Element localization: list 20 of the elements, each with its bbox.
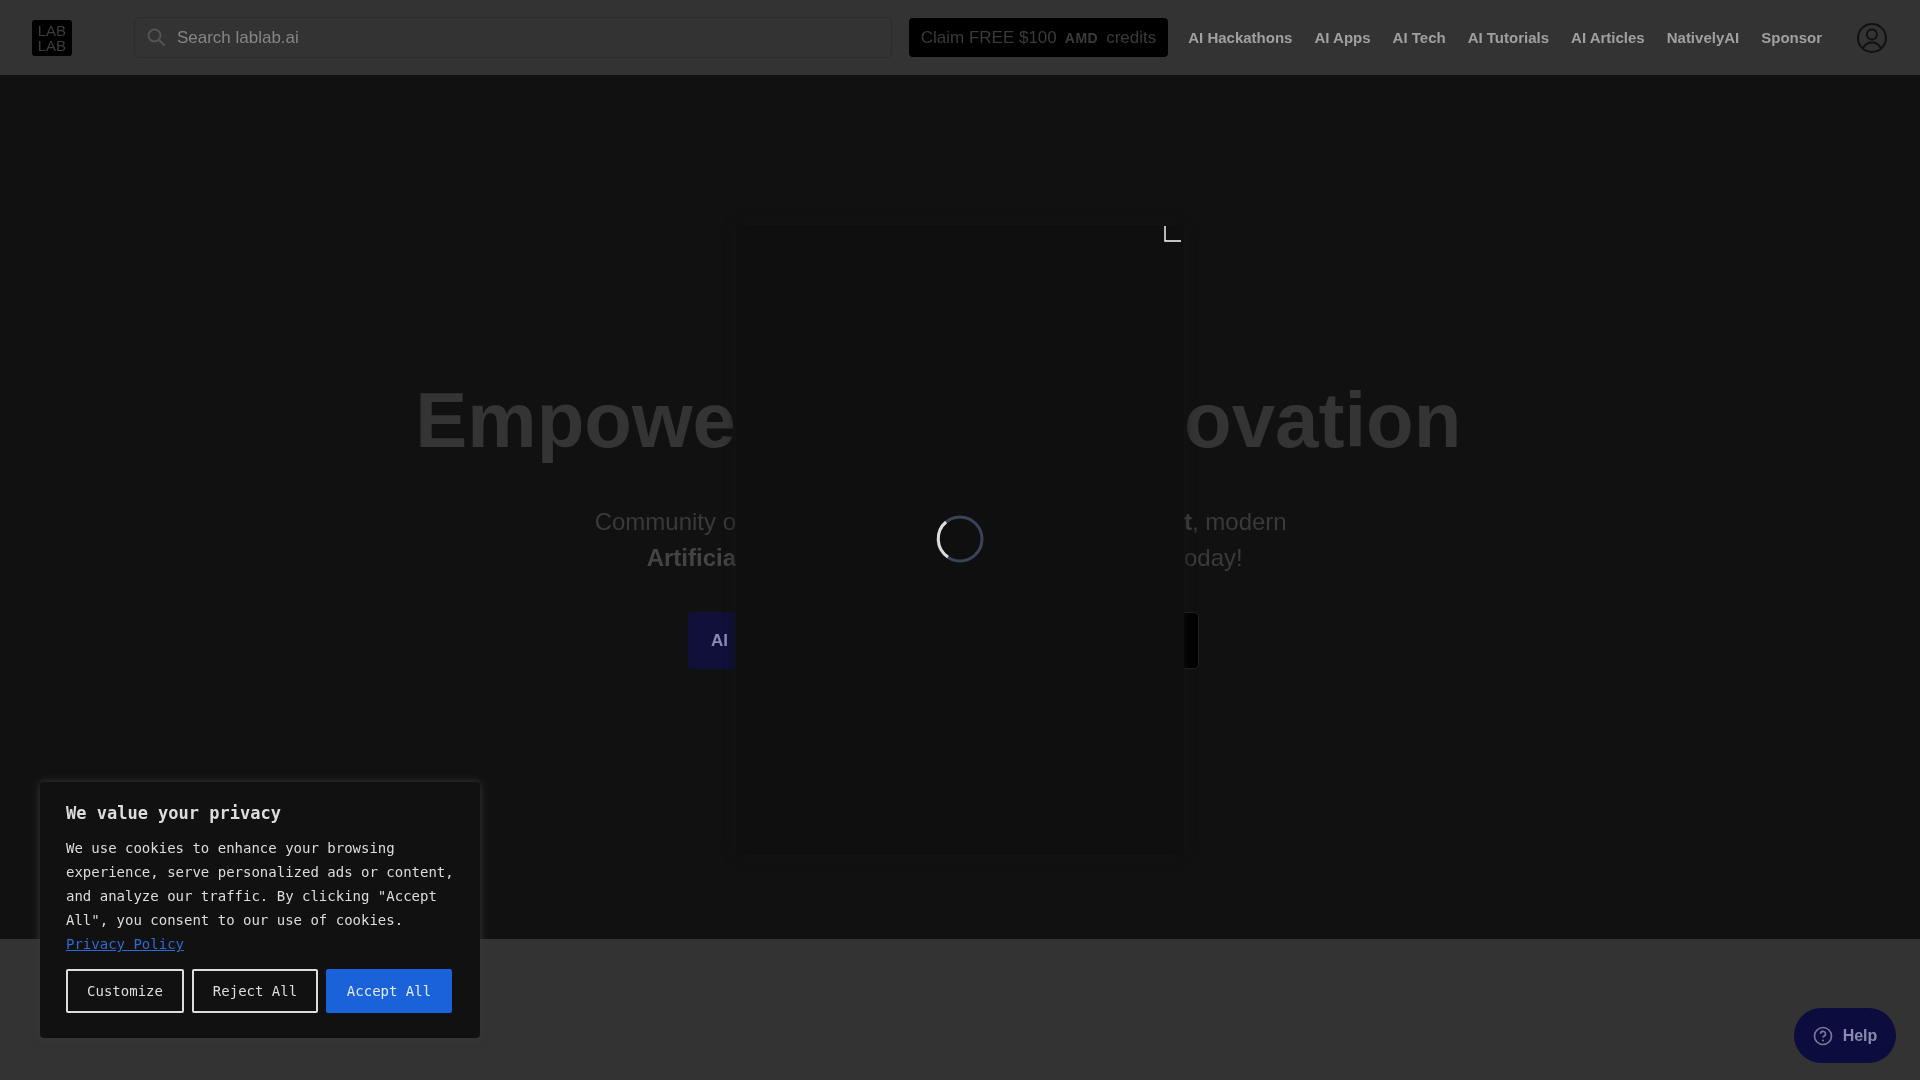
corner-icon	[1164, 225, 1182, 243]
nav-link[interactable]: Sponsor	[1761, 29, 1823, 46]
banner-text: We use cookies to enhance your browsing experience, serve personalized ads or content, and analyze our traffic. By clicking "Accept All", you consent to our use of cookies. Privacy Policy	[66, 839, 455, 954]
help-button[interactable]: Help	[1794, 1008, 1896, 1063]
nav-link[interactable]: AI Hackathons	[1188, 29, 1293, 46]
banner-title: We value your privacy	[66, 802, 282, 824]
nav-link[interactable]: AI Tutorials	[1467, 29, 1550, 46]
help-icon	[1812, 1025, 1833, 1046]
nav-link[interactable]: AI Tech	[1392, 29, 1446, 46]
nav-link[interactable]: AI Apps	[1314, 29, 1371, 46]
nav-link[interactable]: AI Articles	[1571, 29, 1645, 46]
hackathons-button[interactable]: AI	[688, 612, 736, 669]
cookie-button[interactable]: Accept All	[326, 969, 452, 1013]
privacy-link[interactable]: Privacy Policy	[66, 936, 184, 952]
cookie-button[interactable]: Reject All	[192, 969, 318, 1013]
nav-link[interactable]: NativelyAI	[1666, 29, 1740, 46]
cookie-button[interactable]: Customize	[66, 969, 184, 1013]
search-field[interactable]: Search lablab.ai	[133, 17, 892, 58]
search-icon	[145, 27, 166, 47]
user-icon	[1856, 21, 1888, 54]
